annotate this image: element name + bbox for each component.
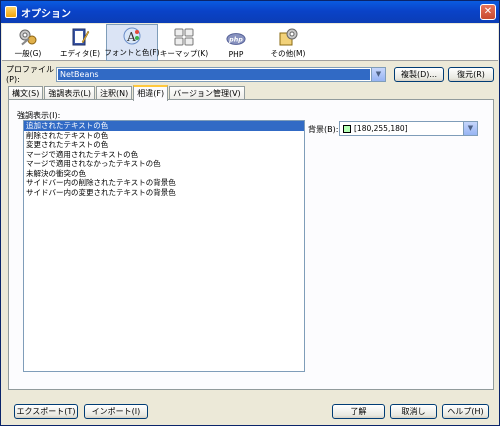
category-keymap-label: キーマップ(K)	[159, 49, 209, 58]
font-color-icon: A	[122, 27, 142, 45]
title-bar[interactable]: オプション ✕	[1, 1, 499, 23]
category-php[interactable]: php PHP	[210, 24, 262, 61]
background-color-value: [180,255,180]	[354, 124, 408, 133]
export-button[interactable]: エクスポート(T)	[14, 404, 78, 419]
svg-text:php: php	[228, 36, 243, 43]
tab-highlighting[interactable]: 強調表示(L)	[44, 86, 96, 100]
options-window: オプション ✕ 一般(G) エディタ(E) A フォントと色(F) キーマップ(…	[0, 0, 500, 426]
chevron-down-icon[interactable]: ▼	[463, 122, 477, 135]
misc-icon	[278, 28, 298, 46]
color-swatch	[343, 124, 351, 133]
app-icon	[5, 6, 17, 18]
background-label: 背景(B):	[308, 125, 339, 134]
profile-select[interactable]: NetBeans ▼	[56, 66, 386, 82]
wrench-gears-icon	[18, 28, 38, 46]
category-fonts-colors[interactable]: A フォントと色(F)	[104, 24, 160, 61]
tab-syntax[interactable]: 構文(S)	[8, 86, 44, 100]
tab-versioning[interactable]: バージョン管理(V)	[169, 86, 245, 100]
cancel-button[interactable]: 取消し	[390, 404, 437, 419]
tab-diff[interactable]: 相違(F)	[133, 85, 169, 101]
duplicate-button[interactable]: 複製(D)...	[394, 66, 444, 82]
category-general[interactable]: 一般(G)	[2, 24, 54, 61]
list-item[interactable]: サイドバー内の削除されたテキストの背景色	[24, 178, 304, 188]
list-item[interactable]: マージで適用されなかったテキストの色	[24, 159, 304, 169]
restore-button[interactable]: 復元(R)	[448, 66, 494, 82]
svg-text:A: A	[126, 30, 136, 44]
profile-row: プロファイル(P): NetBeans ▼ 複製(D)... 復元(R)	[6, 65, 496, 84]
category-php-label: PHP	[228, 50, 244, 59]
list-item[interactable]: サイドバー内の変更されたテキストの背景色	[24, 188, 304, 198]
background-color-select[interactable]: [180,255,180] ▼	[339, 121, 478, 136]
category-keymap[interactable]: キーマップ(K)	[158, 24, 210, 61]
tab-strip: 構文(S) 強調表示(L) 注釈(N) 相違(F) バージョン管理(V)	[8, 85, 246, 101]
category-misc[interactable]: その他(M)	[262, 24, 314, 61]
category-general-label: 一般(G)	[14, 49, 42, 58]
editor-icon	[70, 28, 90, 46]
chevron-down-icon[interactable]: ▼	[371, 67, 385, 81]
category-toolbar: 一般(G) エディタ(E) A フォントと色(F) キーマップ(K) php P…	[2, 24, 498, 61]
list-item[interactable]: 削除されたテキストの色	[24, 131, 304, 141]
profile-value: NetBeans	[58, 68, 370, 80]
php-icon: php	[226, 30, 246, 48]
keymap-icon	[174, 28, 194, 46]
category-editor[interactable]: エディタ(E)	[54, 24, 106, 61]
help-button[interactable]: ヘルプ(H)	[442, 404, 489, 419]
category-misc-label: その他(M)	[270, 49, 306, 58]
list-item[interactable]: マージで適用されたテキストの色	[24, 150, 304, 160]
import-button[interactable]: インポート(I)	[84, 404, 148, 419]
tab-annotations[interactable]: 注釈(N)	[96, 86, 133, 100]
list-item[interactable]: 変更されたテキストの色	[24, 140, 304, 150]
category-editor-label: エディタ(E)	[59, 49, 101, 58]
highlight-list[interactable]: 追加されたテキストの色 削除されたテキストの色 変更されたテキストの色 マージで…	[23, 120, 305, 372]
list-item[interactable]: 追加されたテキストの色	[24, 121, 304, 131]
ok-button[interactable]: 了解	[332, 404, 385, 419]
profile-label: プロファイル(P):	[6, 65, 54, 84]
list-item[interactable]: 未解決の衝突の色	[24, 169, 304, 179]
window-title: オプション	[21, 8, 71, 20]
category-fonts-colors-label: フォントと色(F)	[104, 48, 160, 57]
close-button[interactable]: ✕	[480, 4, 496, 20]
